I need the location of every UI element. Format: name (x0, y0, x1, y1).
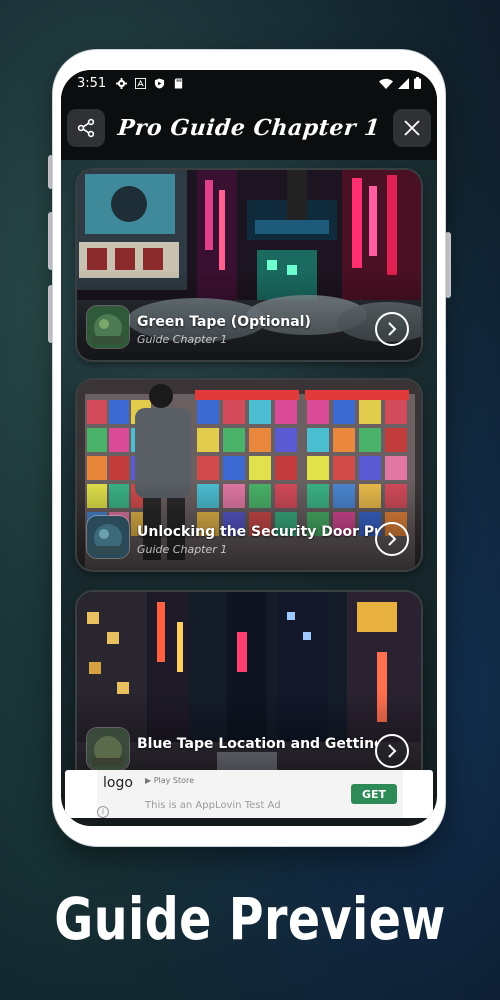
close-button[interactable] (392, 109, 431, 147)
card-subtitle: Guide Chapter 1 (137, 543, 228, 556)
card-thumbnail (87, 516, 129, 558)
ad-get-button[interactable]: GET (351, 784, 397, 804)
ad-logo: logo (103, 775, 133, 791)
card-thumbnail (87, 728, 129, 770)
card-open-button[interactable] (375, 312, 409, 346)
card-subtitle: Guide Chapter 1 (137, 333, 228, 346)
card-title: Blue Tape Location and Getting ... (137, 736, 377, 752)
phone-screen: 3:51 Pro Guide Chapter 1 Green Tape (Opt… (61, 70, 437, 826)
status-bar: 3:51 (61, 70, 437, 96)
chevron-right-icon (388, 322, 397, 336)
battery-icon (414, 77, 421, 89)
guide-card[interactable]: Blue Tape Location and Getting ... (77, 592, 421, 772)
card-title: Green Tape (Optional) (137, 314, 311, 330)
card-thumbnail (87, 306, 129, 348)
ad-banner[interactable]: logo ▶ Play Store This is an AppLovin Te… (65, 770, 433, 818)
status-time: 3:51 (77, 75, 107, 91)
close-icon (404, 120, 420, 136)
share-icon (77, 118, 95, 138)
chevron-right-icon (388, 744, 397, 758)
signal-icon (398, 77, 409, 89)
chevron-right-icon (388, 532, 397, 546)
card-title: Unlocking the Security Door Puz (137, 524, 377, 540)
play-protect-icon (155, 77, 165, 89)
page-title: Pro Guide Chapter 1 (116, 115, 382, 141)
guide-card[interactable]: Unlocking the Security Door Puz Guide Ch… (77, 380, 421, 570)
info-icon[interactable]: i (97, 806, 109, 818)
card-open-button[interactable] (375, 734, 409, 768)
play-store-icon: ▶ (145, 776, 152, 785)
phone-frame: 3:51 Pro Guide Chapter 1 Green Tape (Opt… (53, 50, 445, 846)
sd-card-icon (175, 77, 183, 89)
card-open-button[interactable] (375, 522, 409, 556)
phone-side-button (445, 232, 451, 298)
ad-store-text: Play Store (153, 776, 195, 785)
guide-card[interactable]: Green Tape (Optional) Guide Chapter 1 (77, 170, 421, 360)
ad-content: logo ▶ Play Store This is an AppLovin Te… (97, 770, 403, 818)
ad-store-label: ▶ Play Store (145, 776, 194, 785)
ad-text: This is an AppLovin Test Ad (145, 800, 281, 811)
promo-caption: Guide Preview (54, 885, 446, 953)
app-bar: Pro Guide Chapter 1 (61, 96, 437, 160)
gear-icon (116, 77, 128, 89)
wifi-icon (379, 78, 393, 89)
guide-list[interactable]: Green Tape (Optional) Guide Chapter 1 Un… (61, 160, 437, 772)
font-icon (135, 77, 147, 89)
share-button[interactable] (67, 109, 105, 147)
